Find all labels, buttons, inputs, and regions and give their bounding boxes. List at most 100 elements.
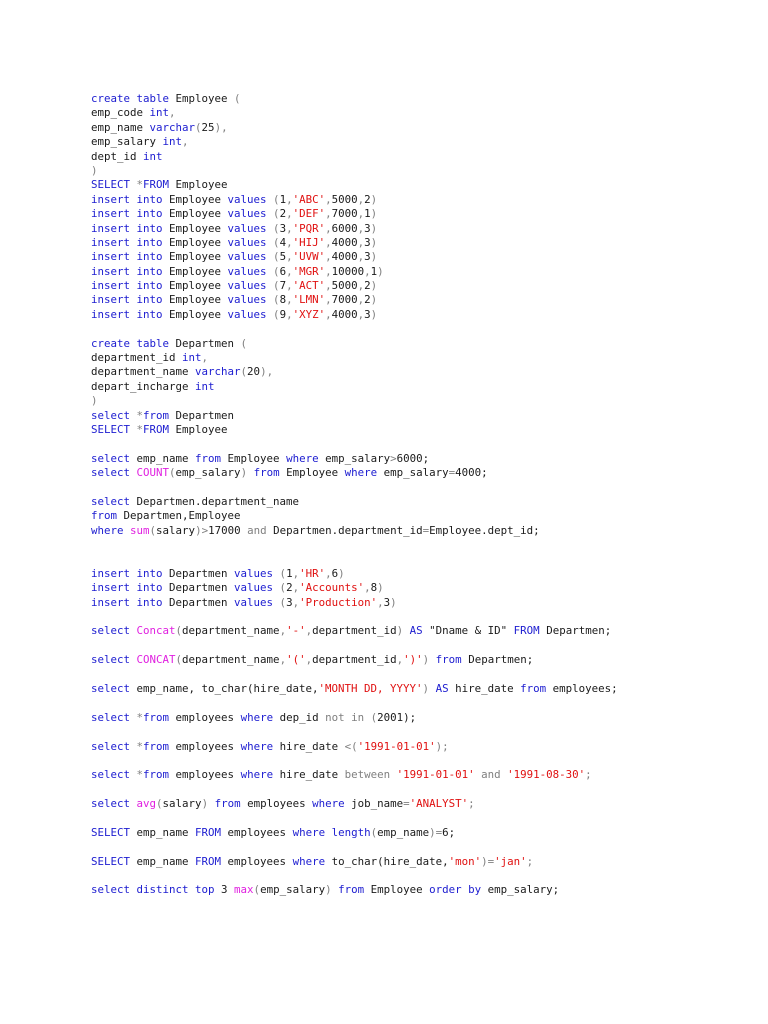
sql-string-literal: ')' bbox=[403, 653, 423, 667]
sql-text: Employee bbox=[162, 207, 228, 221]
sql-text: dept_id bbox=[91, 149, 144, 163]
sql-operator: ) bbox=[422, 682, 436, 696]
code-line: emp_name varchar(25), bbox=[91, 121, 618, 135]
code-line: insert into Departmen values (2,'Account… bbox=[91, 581, 618, 595]
sql-keyword: FROM bbox=[513, 624, 540, 638]
sql-text: Employee bbox=[221, 451, 287, 465]
sql-text: employees bbox=[169, 739, 241, 753]
sql-text: emp_code bbox=[91, 106, 150, 120]
sql-text: emp_name bbox=[91, 120, 150, 134]
sql-text: 20 bbox=[247, 365, 261, 379]
code-line: insert into Employee values (6,'MGR',100… bbox=[91, 265, 618, 279]
code-line: insert into Employee values (5,'UVW',400… bbox=[91, 250, 618, 264]
sql-keyword: where bbox=[240, 768, 274, 782]
sql-text: Departmen bbox=[162, 566, 235, 580]
sql-keyword: from bbox=[195, 451, 222, 465]
sql-operator: between bbox=[344, 768, 397, 782]
sql-keyword: from bbox=[143, 408, 170, 422]
sql-text: Employee bbox=[279, 466, 345, 480]
sql-string-literal: '(' bbox=[286, 653, 306, 667]
sql-keyword: where bbox=[240, 710, 274, 724]
sql-function: Concat bbox=[136, 624, 176, 638]
sql-text: 6; bbox=[442, 825, 456, 839]
sql-operator: and bbox=[247, 523, 267, 537]
sql-string-literal: 'LMN' bbox=[292, 293, 326, 307]
sql-string-literal: 'ABC' bbox=[292, 192, 326, 206]
code-line: create table Departmen ( bbox=[91, 337, 618, 351]
sql-string-literal: 'XYZ' bbox=[292, 307, 326, 321]
sql-keyword: insert into bbox=[91, 221, 163, 235]
sql-operator: and bbox=[474, 768, 508, 782]
sql-operator: ) bbox=[422, 653, 436, 667]
sql-text: Employee bbox=[162, 279, 228, 293]
sql-operator: ( bbox=[273, 581, 287, 595]
sql-text: employees bbox=[169, 768, 241, 782]
code-line: select *from Departmen bbox=[91, 409, 618, 423]
sql-keyword: select bbox=[91, 408, 131, 422]
sql-text: "Dname & ID" bbox=[422, 624, 514, 638]
sql-keyword: int bbox=[162, 135, 183, 149]
code-line: SELECT *FROM Employee bbox=[91, 423, 618, 437]
sql-operator: ); bbox=[435, 739, 449, 753]
sql-text: 6000; bbox=[396, 451, 430, 465]
sql-keyword: FROM bbox=[143, 422, 170, 436]
sql-string-literal: 'Production' bbox=[299, 595, 378, 609]
code-line: SELECT emp_name FROM employees where to_… bbox=[91, 855, 618, 869]
sql-operator: )> bbox=[195, 523, 209, 537]
sql-function: COUNT bbox=[136, 466, 170, 480]
sql-text: emp_name bbox=[130, 854, 196, 868]
sql-operator: ( bbox=[266, 207, 280, 221]
code-line: insert into Employee values (3,'PQR',600… bbox=[91, 222, 618, 236]
sql-text: 5000 bbox=[331, 279, 358, 293]
sql-operator: ) bbox=[201, 797, 215, 811]
sql-function: sum bbox=[130, 523, 150, 537]
sql-text: employees bbox=[169, 710, 241, 724]
sql-text: Employee bbox=[364, 883, 430, 897]
sql-string-literal: 'jan' bbox=[494, 854, 527, 868]
sql-text: department_name bbox=[91, 365, 196, 379]
code-line: emp_salary int, bbox=[91, 135, 618, 149]
sql-operator: not in ( bbox=[325, 710, 378, 724]
sql-keyword: insert into bbox=[91, 250, 163, 264]
sql-keyword: values bbox=[234, 566, 274, 580]
sql-keyword: insert into bbox=[91, 581, 163, 595]
sql-keyword: SELECT bbox=[91, 854, 131, 868]
sql-text: department_name bbox=[182, 624, 280, 638]
sql-operator: * bbox=[130, 739, 144, 753]
code-line: insert into Employee values (8,'LMN',700… bbox=[91, 293, 618, 307]
sql-text: Departmen.department_id bbox=[266, 523, 423, 537]
sql-keyword: insert into bbox=[91, 566, 163, 580]
sql-keyword: select bbox=[91, 653, 137, 667]
sql-string-literal: 'MONTH DD, YYYY' bbox=[318, 682, 423, 696]
sql-keyword: order by bbox=[429, 883, 482, 897]
sql-keyword: from bbox=[143, 768, 170, 782]
sql-operator: ) bbox=[377, 264, 384, 278]
sql-function: CONCAT bbox=[136, 653, 176, 667]
sql-operator: ; bbox=[468, 797, 475, 811]
sql-text: Employee bbox=[169, 92, 235, 105]
sql-keyword: from bbox=[520, 682, 547, 696]
sql-string-literal: '1991-01-01' bbox=[357, 739, 436, 753]
sql-keyword: int bbox=[182, 351, 202, 365]
sql-text: Departmen.department_name bbox=[130, 494, 300, 508]
sql-keyword: where bbox=[312, 797, 345, 811]
code-line: ) bbox=[91, 164, 618, 178]
sql-operator: <( bbox=[344, 739, 358, 753]
sql-code-document: create table Employee (emp_code int, emp_… bbox=[91, 92, 618, 898]
sql-text: 7000 bbox=[331, 207, 358, 221]
sql-text: emp_salary bbox=[318, 451, 391, 465]
code-line: from Departmen,Employee bbox=[91, 509, 618, 523]
sql-keyword: insert into bbox=[91, 279, 163, 293]
sql-text: employees bbox=[221, 854, 293, 868]
sql-operator: , bbox=[201, 351, 209, 365]
sql-text: emp_name bbox=[130, 825, 196, 839]
sql-string-literal: 'Accounts' bbox=[299, 581, 365, 595]
sql-text: emp_salary; bbox=[481, 883, 560, 897]
sql-keyword: values bbox=[227, 279, 267, 293]
sql-text: hire_date bbox=[273, 739, 345, 753]
